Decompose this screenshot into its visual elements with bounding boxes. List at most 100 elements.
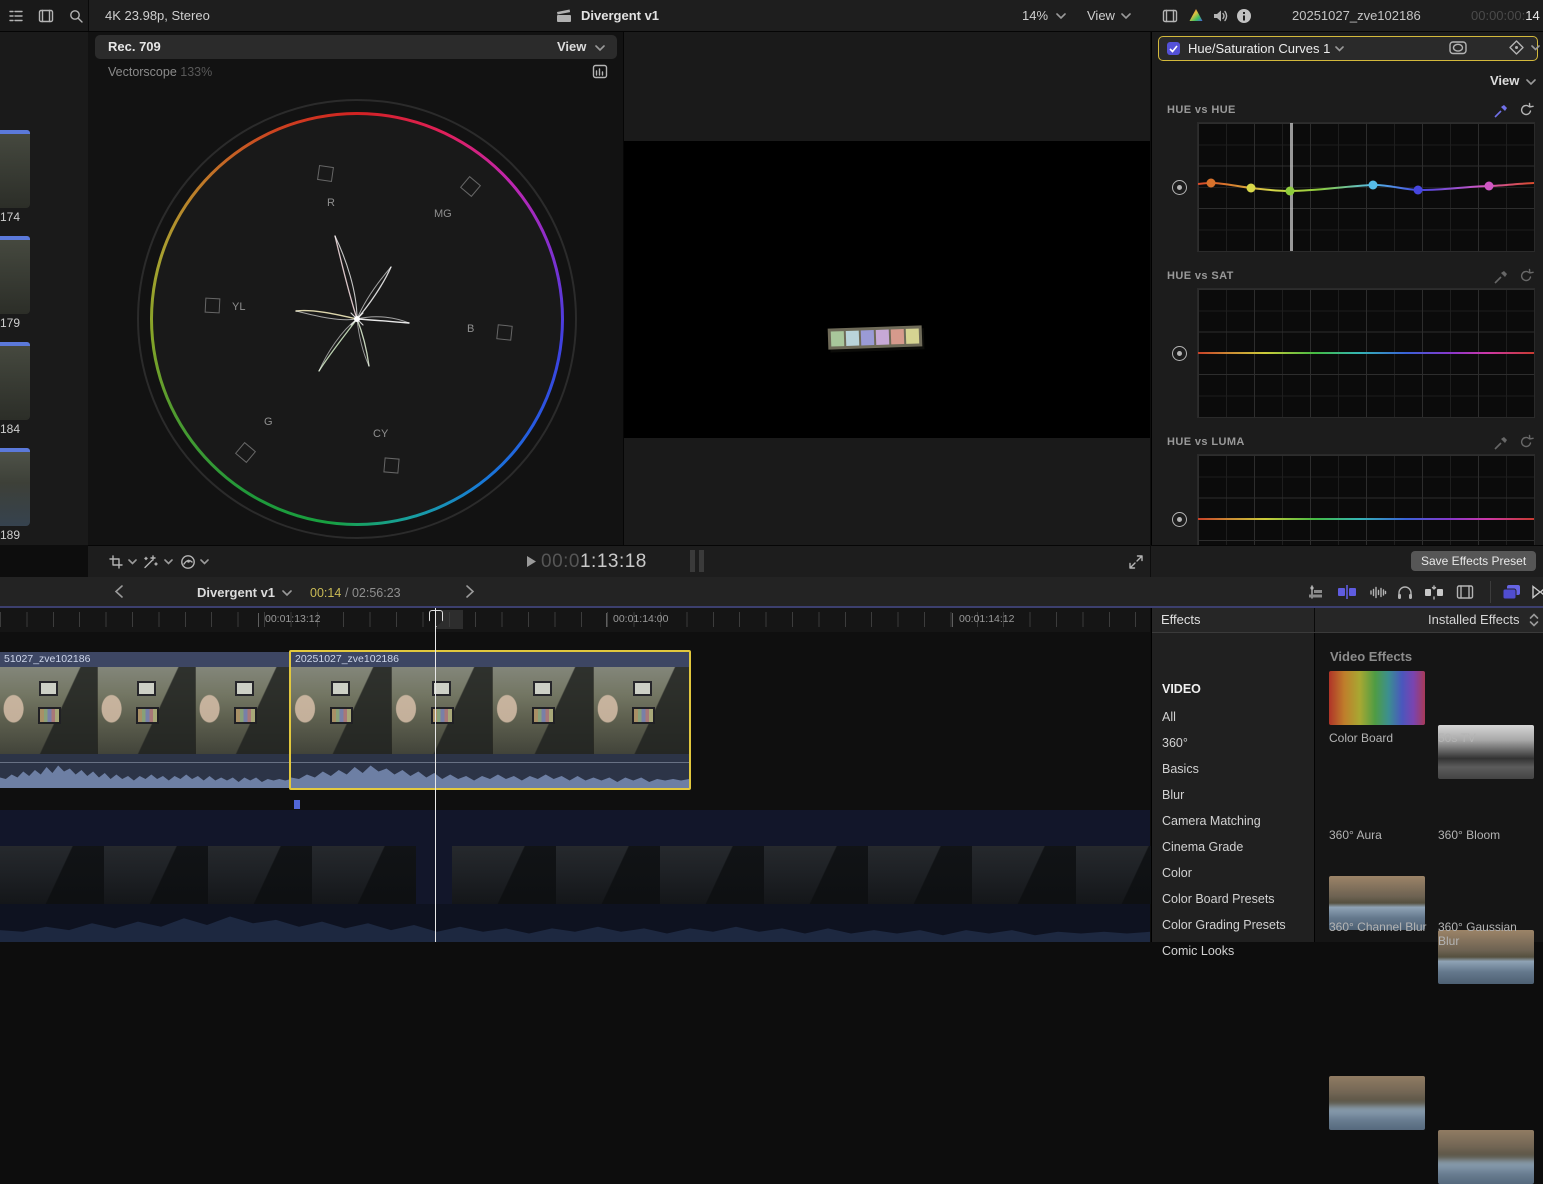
crop-tool-icon[interactable] bbox=[108, 554, 124, 570]
timeline-position[interactable]: 00:14 bbox=[310, 586, 341, 600]
mask-icon[interactable] bbox=[1449, 41, 1467, 55]
effects-category-video[interactable]: VIDEO bbox=[1162, 682, 1201, 696]
hue-hue-radio[interactable] bbox=[1172, 180, 1187, 195]
audio-meter-left[interactable] bbox=[690, 550, 695, 572]
hue-vs-sat-curve[interactable] bbox=[1198, 352, 1534, 354]
timeline-ruler[interactable]: 00:01:13:12 00:01:14:00 00:01:14:12 bbox=[0, 608, 1150, 633]
timeline-index-icon[interactable] bbox=[1306, 584, 1324, 600]
all-clips-icon[interactable] bbox=[1456, 584, 1474, 600]
timeline-clip[interactable]: 51027_zve102186 bbox=[0, 652, 291, 788]
effects-diamond-icon[interactable] bbox=[1509, 40, 1524, 55]
hue-point-magenta[interactable] bbox=[1484, 181, 1494, 191]
chevron-down-icon[interactable] bbox=[200, 559, 209, 565]
audio-icon[interactable] bbox=[1212, 8, 1228, 24]
viewer-view-menu[interactable]: View bbox=[1087, 8, 1115, 23]
list-view-icon[interactable] bbox=[8, 8, 24, 24]
effects-category[interactable]: Camera Matching bbox=[1162, 814, 1261, 828]
chevron-down-icon[interactable] bbox=[1056, 13, 1066, 20]
hue-vs-sat-graph[interactable] bbox=[1197, 288, 1535, 418]
eyedropper-icon[interactable] bbox=[1493, 102, 1510, 119]
browser-toggle-icon[interactable] bbox=[1502, 583, 1522, 601]
eyedropper-icon[interactable] bbox=[1493, 434, 1510, 451]
effects-category[interactable]: All bbox=[1162, 710, 1176, 724]
chevron-down-icon[interactable] bbox=[164, 559, 173, 565]
up-down-chevrons-icon[interactable] bbox=[1529, 613, 1539, 627]
scope-type-label: Vectorscope 133% bbox=[108, 65, 213, 79]
browser-filmstrip: 174 179 184 189 bbox=[0, 32, 89, 545]
effect-header-bar[interactable]: Hue/Saturation Curves 1 bbox=[1158, 36, 1540, 61]
color-correction-icon[interactable] bbox=[180, 554, 196, 570]
timeline-project-title[interactable]: Divergent v1 bbox=[197, 585, 275, 600]
effects-category[interactable]: 360° bbox=[1162, 736, 1188, 750]
effects-filter-dropdown[interactable]: Installed Effects bbox=[1428, 612, 1520, 627]
viewer-timecode[interactable]: 00:01:13:18 bbox=[541, 551, 647, 573]
browser-clip-thumbnail[interactable] bbox=[0, 130, 30, 208]
clip-appearance-icon[interactable] bbox=[1337, 584, 1357, 600]
effect-enable-checkbox[interactable] bbox=[1167, 42, 1180, 55]
hue-point-yellow[interactable] bbox=[1246, 183, 1256, 193]
hue-luma-radio[interactable] bbox=[1172, 512, 1187, 527]
browser-clip-thumbnail[interactable] bbox=[0, 236, 30, 314]
audio-levels-icon[interactable] bbox=[1369, 584, 1387, 600]
filmstrip-icon[interactable] bbox=[1162, 8, 1178, 24]
save-effects-preset-button[interactable]: Save Effects Preset bbox=[1411, 551, 1537, 571]
scope-display-options-icon[interactable] bbox=[592, 64, 608, 80]
eyedropper-icon[interactable] bbox=[1493, 268, 1510, 285]
effects-category[interactable]: Comic Looks bbox=[1162, 944, 1234, 958]
chevron-down-icon[interactable] bbox=[1121, 13, 1131, 20]
effects-category[interactable]: Basics bbox=[1162, 762, 1199, 776]
filmstrip-view-icon[interactable] bbox=[38, 8, 54, 24]
effects-category[interactable]: Blur bbox=[1162, 788, 1184, 802]
audio-meter-right[interactable] bbox=[699, 550, 704, 572]
next-icon[interactable] bbox=[465, 585, 475, 598]
reset-icon[interactable] bbox=[1518, 102, 1534, 118]
effect-thumbnail-360-gaussian-blur[interactable] bbox=[1438, 1130, 1534, 1184]
skimming-icon[interactable] bbox=[1424, 584, 1444, 600]
hue-vs-hue-curve[interactable] bbox=[1198, 123, 1534, 251]
expand-icon[interactable] bbox=[1128, 554, 1144, 570]
chevron-down-icon[interactable] bbox=[1531, 45, 1540, 51]
effects-category[interactable]: Color Board Presets bbox=[1162, 892, 1275, 906]
effect-name[interactable]: Hue/Saturation Curves 1 bbox=[1188, 41, 1330, 56]
previous-icon[interactable] bbox=[114, 585, 124, 598]
effects-category[interactable]: Cinema Grade bbox=[1162, 840, 1243, 854]
hue-point-cyan[interactable] bbox=[1368, 180, 1378, 190]
hue-vs-luma-graph[interactable] bbox=[1197, 454, 1535, 547]
secondary-storyline[interactable] bbox=[0, 800, 1180, 942]
hue-point-green[interactable] bbox=[1285, 186, 1295, 196]
curves-view-menu[interactable]: View bbox=[1490, 73, 1519, 88]
top-toolbar: 4K 23.98p, Stereo Divergent v1 14% View … bbox=[0, 0, 1543, 32]
reset-icon[interactable] bbox=[1518, 268, 1534, 284]
enhancements-wand-icon[interactable] bbox=[142, 554, 159, 570]
effect-thumbnail-color-board[interactable] bbox=[1329, 671, 1425, 725]
play-icon[interactable] bbox=[525, 555, 537, 568]
bowtie-icon[interactable] bbox=[1532, 584, 1543, 600]
browser-clip-thumbnail[interactable] bbox=[0, 342, 30, 420]
chevron-down-icon[interactable] bbox=[128, 559, 137, 565]
hue-point-orange[interactable] bbox=[1206, 178, 1216, 188]
search-icon[interactable] bbox=[68, 8, 84, 24]
viewer-zoom-level[interactable]: 14% bbox=[1022, 8, 1048, 23]
timeline-playhead[interactable] bbox=[435, 608, 436, 942]
headphones-icon[interactable] bbox=[1396, 584, 1414, 600]
chevron-down-icon[interactable] bbox=[595, 45, 605, 52]
timeline-clip-selected[interactable]: 20251027_zve102186 bbox=[289, 650, 691, 790]
scope-view-menu[interactable]: View bbox=[557, 39, 586, 54]
chevron-down-icon[interactable] bbox=[282, 590, 292, 597]
hue-point-blue[interactable] bbox=[1413, 185, 1423, 195]
reset-icon[interactable] bbox=[1518, 434, 1534, 450]
hue-sat-radio[interactable] bbox=[1172, 346, 1187, 361]
hue-vs-hue-graph[interactable] bbox=[1197, 122, 1535, 252]
inspector-bottom-bar: Save Effects Preset bbox=[1151, 545, 1543, 577]
clip-audio-waveform bbox=[0, 754, 291, 788]
color-inspector-icon[interactable] bbox=[1188, 7, 1204, 24]
viewer-panel bbox=[624, 32, 1150, 545]
browser-clip-thumbnail[interactable] bbox=[0, 448, 30, 526]
effect-thumbnail-360-channel-blur[interactable] bbox=[1329, 1076, 1425, 1130]
chevron-down-icon[interactable] bbox=[1526, 79, 1536, 86]
chevron-down-icon[interactable] bbox=[1335, 45, 1345, 52]
effects-category[interactable]: Color Grading Presets bbox=[1162, 918, 1286, 932]
hue-vs-luma-curve[interactable] bbox=[1198, 518, 1534, 520]
effects-category[interactable]: Color bbox=[1162, 866, 1192, 880]
info-icon[interactable] bbox=[1236, 8, 1252, 24]
